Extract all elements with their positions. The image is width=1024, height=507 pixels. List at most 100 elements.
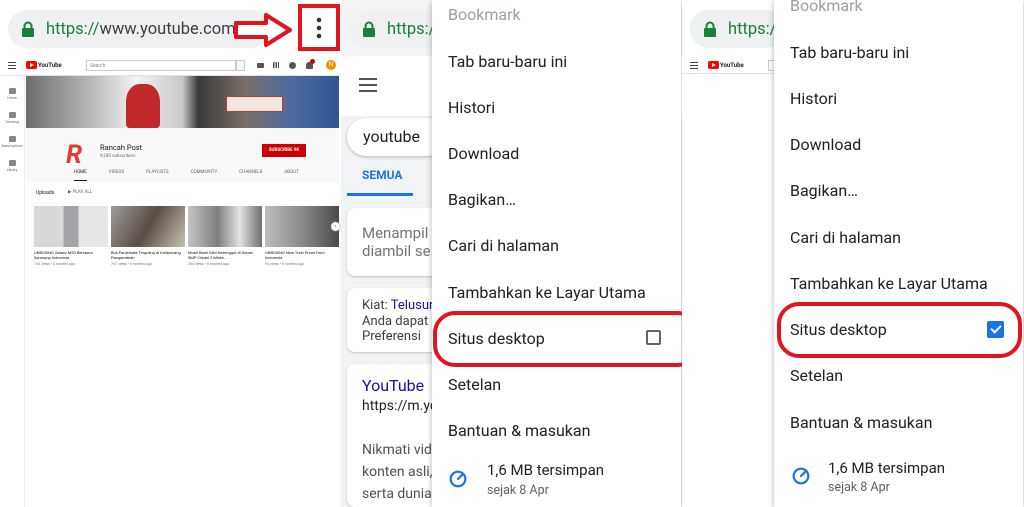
video-card[interactable]: UNBOXING Nine Train Prime from Indonesia… [265, 206, 339, 266]
data-saved-since: sejak 8 Apr [828, 480, 890, 495]
video-meta: 94 views • 6 months ago [265, 262, 305, 266]
tab-about[interactable]: ABOUT [284, 167, 298, 181]
tab-home[interactable]: HOME [74, 167, 87, 181]
more-vert-icon[interactable] [314, 16, 324, 40]
video-title[interactable]: Mobil Barel Diki! Kesenggol di Depan SMP… [188, 250, 262, 260]
video-card[interactable]: Mobil Barel Diki! Kesenggol di Depan SMP… [188, 206, 262, 266]
menu-item-download[interactable]: Download [448, 144, 519, 163]
video-title[interactable]: UNBOXING Nine Train Prime from Indonesia [265, 250, 339, 260]
tip-label: Kiat: [362, 298, 391, 313]
video-thumbnail[interactable] [188, 206, 262, 247]
menu-item-share[interactable]: Bagikan… [790, 181, 858, 200]
sidebar-item-library[interactable]: Library [0, 160, 24, 172]
channel-banner [26, 76, 339, 128]
video-thumbnail[interactable] [265, 206, 339, 247]
desktop-site-highlight [777, 302, 1022, 358]
tip-link[interactable]: Telusur [391, 298, 434, 313]
channel-tabs: HOME VIDEOS PLAYLISTS COMMUNITY CHANNELS… [26, 167, 339, 181]
sidebar-item-trending[interactable]: Trending [0, 112, 24, 124]
data-saved-amount[interactable]: 1,6 MB tersimpan [487, 461, 604, 479]
sidebar-item-subscriptions[interactable]: Subscriptions [0, 136, 24, 148]
menu-item-find-in-page[interactable]: Cari di halaman [790, 228, 901, 247]
hamburger-icon[interactable] [690, 62, 698, 69]
avatar[interactable]: N [326, 60, 336, 70]
hamburger-icon[interactable] [359, 78, 377, 92]
tab-underline [347, 193, 413, 196]
play-all-button[interactable]: ▶ PLAY ALL [68, 190, 92, 195]
menu-item-bookmark[interactable]: Bookmark [448, 5, 521, 24]
menu-item-history[interactable]: Histori [448, 98, 495, 117]
uploads-label: Uploads [36, 190, 55, 196]
menu-item-download[interactable]: Download [790, 135, 861, 154]
result-title[interactable]: YouTube [362, 376, 424, 395]
card-text: diambil se [362, 242, 431, 260]
banner-figure [126, 84, 160, 128]
result-snippet: serta dunia [362, 486, 432, 502]
data-saved-amount[interactable]: 1,6 MB tersimpan [828, 459, 945, 477]
preferences-link[interactable]: Preferensi [362, 329, 421, 344]
notification-badge [310, 59, 315, 64]
menu-item-help-feedback[interactable]: Bantuan & masukan [790, 413, 932, 432]
yt-play-icon [26, 61, 37, 69]
tab-community[interactable]: COMMUNITY [191, 167, 218, 181]
chrome-overflow-menu: Bookmark Tab baru-baru ini Histori Downl… [774, 0, 1023, 507]
search-icon[interactable] [236, 60, 245, 71]
menu-item-add-to-home[interactable]: Tambahkan ke Layar Utama [448, 283, 646, 302]
message-icon[interactable] [289, 62, 296, 69]
yt-logo[interactable]: YouTube [26, 61, 62, 69]
data-saver-icon [792, 467, 810, 485]
apps-icon[interactable] [273, 62, 279, 68]
channel-name[interactable]: Rancah Post [100, 143, 142, 152]
tip-text: Anda dapat r [362, 314, 436, 329]
menu-item-recent-tabs[interactable]: Tab baru-baru ini [448, 52, 567, 71]
menu-item-bookmark[interactable]: Bookmark [790, 0, 863, 15]
menu-item-share[interactable]: Bagikan… [448, 190, 516, 209]
menu-item-find-in-page[interactable]: Cari di halaman [448, 236, 559, 255]
hamburger-icon[interactable] [8, 62, 16, 69]
video-title[interactable]: UNBOXING Galaxy M20 Bersama Samsung Indo… [34, 250, 108, 260]
video-card[interactable]: Bus Pariwisata Terguling di Kalijuncang … [111, 206, 185, 266]
chrome-overflow-menu: Bookmark Tab baru-baru ini Histori Downl… [432, 0, 681, 507]
data-saved-since: sejak 8 Apr [487, 483, 549, 498]
video-title[interactable]: Bus Pariwisata Terguling di Kalijuncang … [111, 250, 185, 260]
red-arrow-icon [234, 13, 292, 47]
panel-chrome-youtube-desktop: https://www.youtube.com/u YouTube Search… [0, 0, 341, 507]
menu-item-recent-tabs[interactable]: Tab baru-baru ini [790, 43, 909, 62]
lock-icon [363, 21, 375, 37]
tab-videos[interactable]: VIDEOS [109, 167, 124, 181]
result-url: https://m.yo [362, 398, 438, 414]
tab-channels[interactable]: CHANNELS [239, 167, 262, 181]
menu-item-settings[interactable]: Setelan [448, 375, 501, 394]
banner-sign [226, 96, 283, 112]
video-camera-icon[interactable] [257, 63, 264, 68]
video-thumbnail[interactable] [34, 206, 108, 247]
menu-item-help-feedback[interactable]: Bantuan & masukan [448, 421, 590, 440]
card-text: Menampil [362, 224, 429, 242]
panel-chrome-menu-checked: https:// YouTube Bookmark Tab baru-baru … [682, 0, 1024, 507]
video-thumbnail[interactable] [111, 206, 185, 247]
yt-logo[interactable]: YouTube [708, 61, 744, 69]
address-bar[interactable]: https://www.youtube.com/u [8, 10, 270, 48]
desktop-site-highlight [433, 311, 682, 367]
yt-play-icon [708, 61, 719, 69]
video-card[interactable]: UNBOXING Galaxy M20 Bersama Samsung Indo… [34, 206, 108, 266]
menu-item-settings[interactable]: Setelan [790, 366, 843, 385]
yt-header: YouTube [682, 57, 777, 74]
result-snippet: konten asli, [362, 464, 433, 480]
subscribe-button[interactable]: SUBSCRIBE 9K [262, 144, 306, 157]
menu-item-history[interactable]: Histori [790, 89, 837, 108]
chevron-right-icon[interactable]: › [331, 222, 340, 231]
channel-avatar[interactable]: R [66, 140, 82, 170]
tab-playlists[interactable]: PLAYLISTS [146, 167, 168, 181]
tab-semua[interactable]: SEMUA [362, 168, 403, 182]
video-meta: 767 views • 6 months ago [111, 262, 153, 266]
sidebar-item-home[interactable]: Home [0, 88, 24, 100]
subscriptions-icon [8, 136, 16, 142]
address-bar[interactable]: https:// [690, 10, 785, 48]
yt-search-input[interactable]: Search [86, 60, 236, 71]
menu-item-add-to-home[interactable]: Tambahkan ke Layar Utama [790, 274, 988, 293]
flame-icon [8, 112, 16, 118]
panel-chrome-menu-unchecked: https:// youtube SEMUA Menampil diambil … [341, 0, 682, 507]
video-meta: 144 views • 3 months ago [34, 262, 76, 266]
folder-icon [8, 160, 16, 166]
